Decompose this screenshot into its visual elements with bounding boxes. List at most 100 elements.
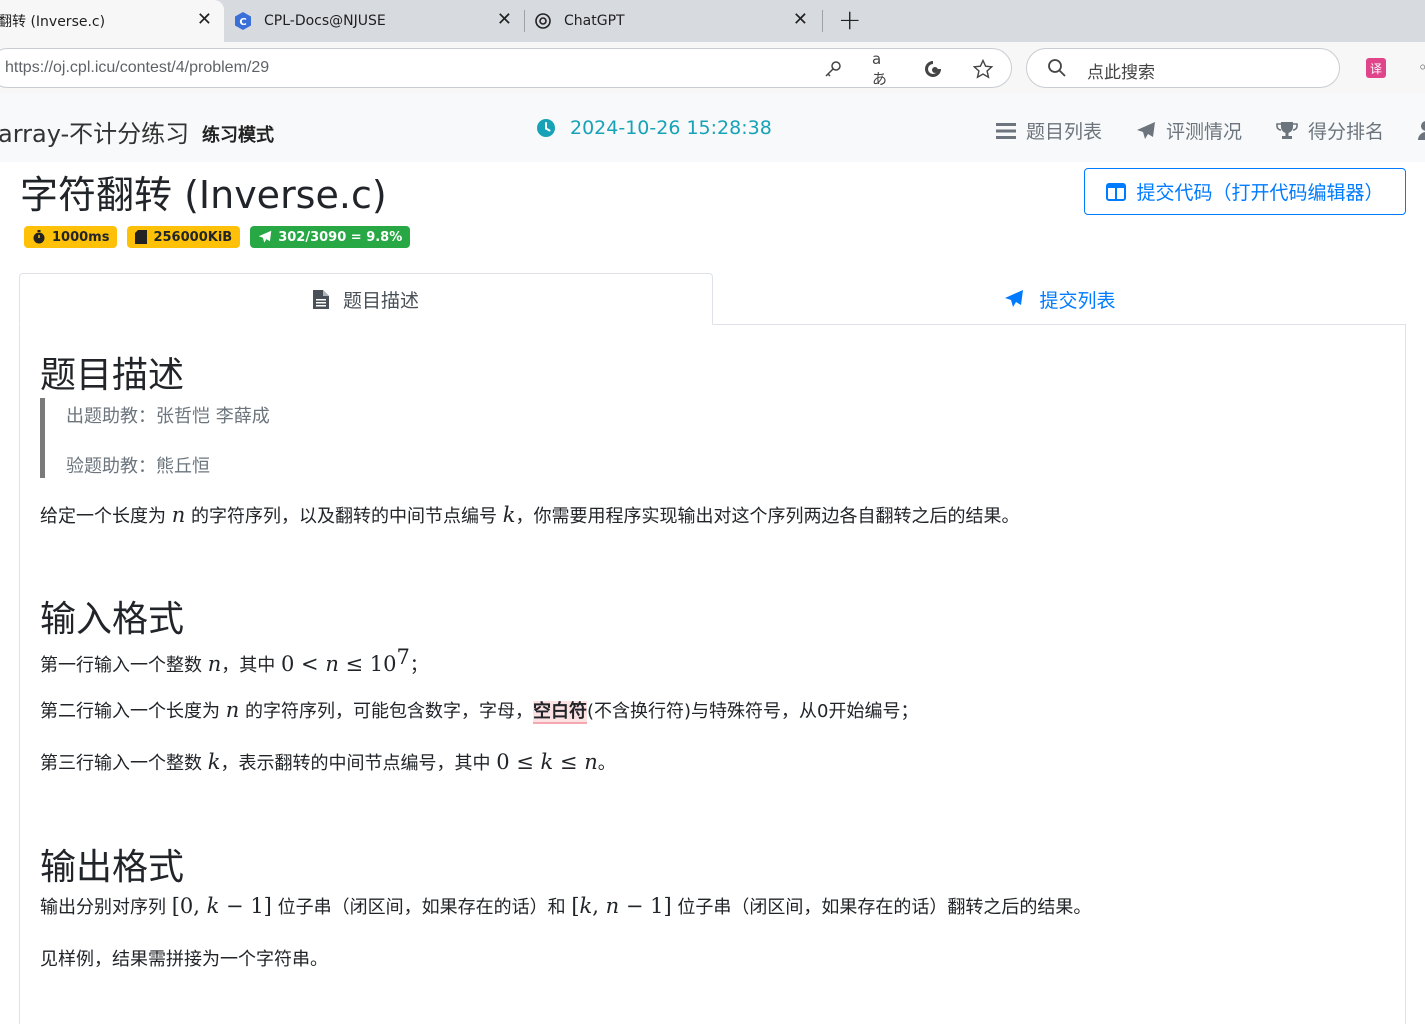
- time-limit-text: 1000ms: [52, 229, 110, 245]
- clock-icon: [537, 119, 555, 137]
- file-icon: [312, 289, 329, 309]
- text-span: ，你需要用程序实现输出对这个序列两边各自翻转之后的结果。: [515, 506, 1020, 527]
- contest-title[interactable]: array-不计分练习: [0, 114, 189, 149]
- text-span: ；: [409, 655, 428, 676]
- math-var: k: [206, 894, 220, 918]
- memory-limit-text: 256000KiB: [153, 229, 233, 245]
- math-var: n: [605, 894, 620, 918]
- math-expr: ,: [592, 894, 606, 918]
- edge-refresh-icon[interactable]: [922, 58, 944, 80]
- math-var: n: [171, 503, 186, 527]
- tab-description[interactable]: 题目描述: [19, 273, 713, 325]
- text-span: 第三行输入一个整数: [40, 753, 208, 774]
- input-line-2: 第二行输入一个长度为 n 的字符序列，可能包含数字，字母，空白符(不含换行符)与…: [40, 697, 919, 724]
- input-line-3: 第三行输入一个整数 k，表示翻转的中间节点编号，其中 0 ≤ k ≤ n。: [40, 749, 616, 775]
- acceptance-text: 302/3090 = 9.8%: [278, 229, 403, 245]
- text-span: (不含换行符)与特殊符号，从0开始编号；: [587, 701, 919, 722]
- highlighted-term: 空白符: [533, 701, 587, 724]
- mode-label: 练习模式: [202, 125, 274, 146]
- math-var: k: [579, 894, 593, 918]
- tab-separator: [524, 10, 525, 32]
- problem-tabs: 题目描述 提交列表: [19, 273, 1406, 325]
- nav-judge-status[interactable]: 评测情况: [1136, 117, 1242, 144]
- math-expr: [: [571, 894, 580, 918]
- list-icon: [996, 122, 1016, 139]
- search-placeholder: 点此搜索: [1087, 63, 1155, 83]
- math-var: n: [584, 750, 598, 774]
- input-line-1: 第一行输入一个整数 n，其中 0 < n ≤ 107；: [40, 645, 428, 677]
- text-span: ，其中: [221, 655, 281, 676]
- text-span: 位子串（闭区间，如果存在的话）和: [271, 897, 572, 918]
- math-var: k: [540, 750, 554, 774]
- nav-problem-list[interactable]: 题目列表: [996, 117, 1102, 144]
- tab-label: 提交列表: [1039, 289, 1116, 312]
- math-expr: 0 <: [281, 652, 326, 676]
- math-var: k: [207, 750, 221, 774]
- math-expr: ≤: [553, 750, 585, 774]
- browser-tab-inverse[interactable]: 翻转 (Inverse.c) ✕: [0, 0, 224, 42]
- memory-limit-badge: 256000KiB: [127, 226, 241, 248]
- math-expr: [0,: [171, 894, 207, 918]
- text-span: 给定一个长度为: [40, 506, 172, 527]
- problem-title: 字符翻转 (Inverse.c): [20, 173, 387, 217]
- translate-extension-icon[interactable]: 译: [1366, 58, 1386, 78]
- more-icon[interactable]: ◦: [1418, 58, 1425, 77]
- paper-plane-icon: [258, 230, 272, 243]
- nav-link-label: 评测情况: [1166, 121, 1243, 143]
- nav-ranking[interactable]: 得分排名: [1276, 117, 1384, 144]
- input-format-heading: 输入格式: [40, 599, 185, 640]
- stopwatch-icon: [33, 230, 45, 244]
- submit-code-button[interactable]: 提交代码（打开代码编辑器）: [1084, 168, 1406, 215]
- nav-link-label: 得分排名: [1308, 121, 1385, 143]
- submit-code-label: 提交代码（打开代码编辑器）: [1136, 182, 1384, 204]
- cpl-docs-favicon-icon: C: [234, 12, 252, 30]
- math-var: k: [502, 503, 516, 527]
- favorite-star-icon[interactable]: [972, 58, 994, 80]
- new-tab-icon[interactable]: +: [838, 6, 861, 34]
- math-var: n: [325, 652, 339, 676]
- url-field[interactable]: https://oj.cpl.icu/contest/4/problem/29: [0, 48, 1012, 88]
- search-icon: [1047, 58, 1067, 82]
- text-span: ，表示翻转的中间节点编号，其中: [220, 753, 497, 774]
- math-expr: 0 ≤: [496, 750, 541, 774]
- description-paragraph: 给定一个长度为 n 的字符序列，以及翻转的中间节点编号 k，你需要用程序实现输出…: [40, 502, 1019, 528]
- close-tab-icon[interactable]: ✕: [793, 11, 808, 29]
- svg-text:C: C: [239, 17, 246, 28]
- user-icon[interactable]: [1418, 120, 1425, 144]
- app-navbar: array-不计分练习 练习模式 2024-10-26 15:28:38 题目列…: [0, 94, 1425, 162]
- text-span: 位子串（闭区间，如果存在的话）翻转之后的结果。: [671, 897, 1092, 918]
- nav-link-label: 题目列表: [1026, 121, 1103, 143]
- browser-tab-label: CPL-Docs@NJUSE: [264, 13, 386, 29]
- acceptance-badge: 302/3090 = 9.8%: [250, 226, 411, 248]
- key-icon[interactable]: [822, 58, 844, 80]
- output-line-2: 见样例，结果需拼接为一个字符串。: [40, 949, 328, 970]
- time-limit-badge: 1000ms: [24, 226, 118, 248]
- problem-badges: 1000ms 256000KiB 302/3090 = 9.8%: [24, 226, 411, 248]
- browser-tab-chatgpt[interactable]: ChatGPT ✕: [528, 0, 820, 42]
- browser-tab-cpl-docs[interactable]: C CPL-Docs@NJUSE ✕: [230, 0, 524, 42]
- browser-tab-bar: 翻转 (Inverse.c) ✕ C CPL-Docs@NJUSE ✕ Chat…: [0, 0, 1425, 42]
- output-line-1: 输出分别对序列 [0, k − 1] 位子串（闭区间，如果存在的话）和 [k, …: [40, 893, 1091, 919]
- output-format-heading: 输出格式: [40, 847, 185, 888]
- address-bar-row: https://oj.cpl.icu/contest/4/problem/29 …: [0, 42, 1425, 94]
- memory-card-icon: [135, 230, 148, 244]
- url-text[interactable]: https://oj.cpl.icu/contest/4/problem/29: [5, 59, 269, 77]
- text-span: 的字符序列，可能包含数字，字母，: [239, 701, 533, 722]
- close-tab-icon[interactable]: ✕: [497, 11, 512, 29]
- read-aloud-icon[interactable]: aあ: [872, 50, 894, 88]
- tab-label: 题目描述: [342, 289, 419, 312]
- chatgpt-favicon-icon: [534, 12, 552, 30]
- tab-submissions[interactable]: 提交列表: [713, 273, 1406, 325]
- columns-icon: [1106, 182, 1127, 201]
- text-span: 。: [597, 753, 616, 774]
- search-input[interactable]: 点此搜索: [1026, 48, 1340, 88]
- text-span: 第二行输入一个长度为: [40, 701, 226, 722]
- clock-text: 2024-10-26 15:28:38: [570, 117, 772, 139]
- math-expr: − 1]: [219, 894, 272, 918]
- trophy-icon: [1276, 121, 1298, 139]
- close-tab-icon[interactable]: ✕: [197, 11, 212, 29]
- description-heading: 题目描述: [40, 355, 185, 396]
- staff-blockquote: 出题助教：张哲恺 李薛成 验题助教：熊丘恒: [40, 398, 440, 478]
- text-span: 输出分别对序列: [40, 897, 172, 918]
- browser-tab-label: ChatGPT: [564, 13, 625, 29]
